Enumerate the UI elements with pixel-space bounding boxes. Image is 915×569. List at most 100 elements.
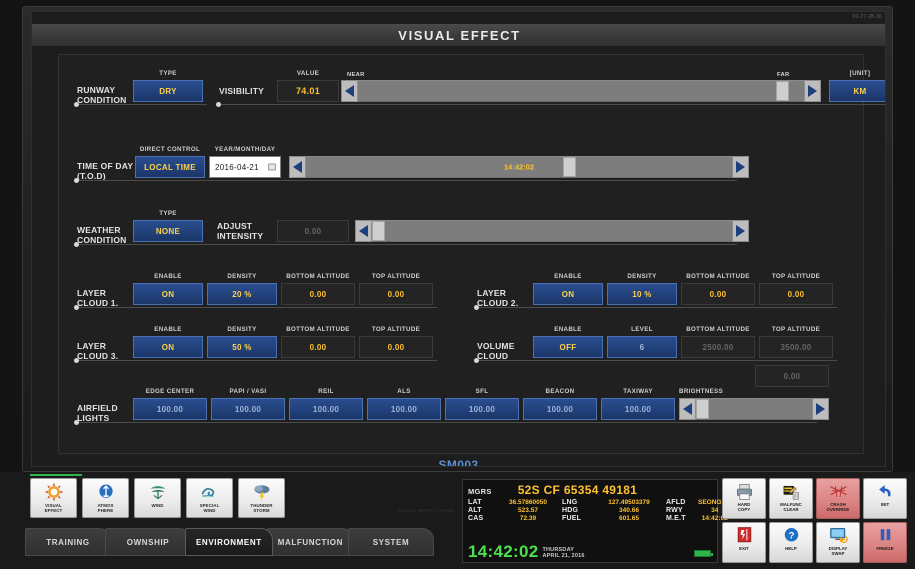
brightness-slider-right-arrow[interactable] <box>812 398 829 420</box>
tod-date-value: 2016-04-21 <box>215 162 259 172</box>
cloud2-density-value[interactable]: 10 % <box>607 283 677 305</box>
volcloud-top-value[interactable]: 3500.00 <box>759 336 833 358</box>
airfield-value-beacon[interactable]: 100.00 <box>523 398 597 420</box>
cloud1-label-line1: LAYER <box>77 288 107 298</box>
cloud2-top-value[interactable]: 0.00 <box>759 283 833 305</box>
airfield-brightness-slider[interactable] <box>679 398 829 420</box>
status-key-afld: AFLD <box>666 499 686 506</box>
tab-ownship[interactable]: OWNSHIP <box>105 528 191 556</box>
tod-direct-caption: DIRECT CONTROL <box>139 146 201 153</box>
settings-panel: RUNWAY CONDITION TYPE DRY VISIBILITY VAL… <box>58 54 885 454</box>
cloud3-top-value[interactable]: 0.00 <box>359 336 433 358</box>
brightness-slider-track[interactable] <box>696 398 812 420</box>
visibility-slider-right-arrow[interactable] <box>804 80 821 102</box>
visibility-value[interactable]: 74.01 <box>277 80 339 102</box>
volcloud-level-value[interactable]: 6 <box>607 336 677 358</box>
shortcut-special-wind[interactable]: SPECIAL WIND <box>186 478 233 518</box>
visibility-unit-caption: [UNIT] <box>849 70 871 77</box>
weather-type-value[interactable]: NONE <box>133 220 203 242</box>
cloud2-enable-caption: ENABLE <box>554 273 582 280</box>
visual-effect-icon <box>44 482 63 502</box>
tod-slider-left-arrow[interactable] <box>289 156 306 178</box>
volcloud-enable-caption: ENABLE <box>554 326 582 333</box>
visibility-slider-left-arrow[interactable] <box>341 80 358 102</box>
tab-environment[interactable]: ENVIRONMENT <box>185 528 273 556</box>
tod-direct-value[interactable]: LOCAL TIME <box>135 156 205 178</box>
weather-slider-thumb[interactable] <box>372 221 385 241</box>
visibility-slider-track[interactable] <box>358 80 804 102</box>
tod-slider[interactable]: 14:42:02 <box>289 156 749 178</box>
action-button-panel: HARD COPY MALFUNC CLEAR CRASH OVERRIDE I… <box>722 478 907 563</box>
cloud1-density-value[interactable]: 20 % <box>207 283 277 305</box>
shortcut-thunder-storm[interactable]: THUNDER STORM <box>238 478 285 518</box>
cloud1-top-value[interactable]: 0.00 <box>359 283 433 305</box>
clock-row: 14:42:02 THURSDAY APRIL 21, 2016 <box>468 543 585 560</box>
airfield-caption-sfl: SFL <box>475 388 489 395</box>
tab-training[interactable]: TRAINING <box>25 528 111 556</box>
cloud2-underline <box>474 305 837 310</box>
action-help[interactable]: ? HELP <box>769 522 813 563</box>
cloud3-density-value[interactable]: 50 % <box>207 336 277 358</box>
action-freeze[interactable]: FREEZE <box>863 522 907 563</box>
tod-slider-track[interactable]: 14:42:02 <box>306 156 732 178</box>
airfield-value-taxiway[interactable]: 100.00 <box>601 398 675 420</box>
tod-date-input[interactable]: 2016-04-21 <box>209 156 281 178</box>
action-init[interactable]: INIT <box>863 478 907 519</box>
weather-intensity-value[interactable]: 0.00 <box>277 220 349 242</box>
cloud1-bottom-caption: BOTTOM ALTITUDE <box>286 273 350 280</box>
weather-slider-right-arrow[interactable] <box>732 220 749 242</box>
weather-adjust-line2: INTENSITY <box>217 231 264 241</box>
shortcut-thunder-storm-line2: STORM <box>253 508 270 513</box>
visibility-slider[interactable] <box>341 80 821 102</box>
volcloud-bottom-value[interactable]: 2500.00 <box>681 336 755 358</box>
tab-system[interactable]: SYSTEM <box>347 528 434 556</box>
volcloud-enable-value[interactable]: OFF <box>533 336 603 358</box>
shortcut-visual-effect[interactable]: VISUAL EFFECT <box>30 478 77 518</box>
brightness-slider-thumb[interactable] <box>696 399 709 419</box>
bottom-bar: VISUAL EFFECT ATMOS PHERE WIND SPECIAL W… <box>0 472 915 569</box>
weather-intensity-slider[interactable] <box>355 220 749 242</box>
cloud3-bottom-value[interactable]: 0.00 <box>281 336 355 358</box>
airfield-value-papi-vasi[interactable]: 100.00 <box>211 398 285 420</box>
airfield-value-reil[interactable]: 100.00 <box>289 398 363 420</box>
calendar-icon[interactable] <box>268 163 276 171</box>
tod-underline <box>74 178 737 183</box>
airfield-brightness-caption: BRIGHTNESS <box>679 388 724 395</box>
brightness-slider-left-arrow[interactable] <box>679 398 696 420</box>
visibility-unit-value[interactable]: KM <box>829 80 885 102</box>
cloud3-enable-value[interactable]: ON <box>133 336 203 358</box>
airfield-value-edge-center[interactable]: 100.00 <box>133 398 207 420</box>
cloud3-underline <box>74 358 437 363</box>
airfield-value-sfl[interactable]: 100.00 <box>445 398 519 420</box>
status-key-rwy: RWY <box>666 507 683 514</box>
shortcut-wind[interactable]: WIND <box>134 478 181 518</box>
freeze-icon <box>880 529 890 541</box>
tod-slider-right-arrow[interactable] <box>732 156 749 178</box>
weather-slider-left-arrow[interactable] <box>355 220 372 242</box>
shortcut-atmosphere[interactable]: ATMOS PHERE <box>82 478 129 518</box>
action-malfunc-clear[interactable]: MALFUNC CLEAR <box>769 478 813 519</box>
visibility-slider-thumb[interactable] <box>776 81 789 101</box>
cloud1-bottom-value[interactable]: 0.00 <box>281 283 355 305</box>
main-tab-bar: TRAINING OWNSHIP ENVIRONMENT MALFUNCTION… <box>25 528 434 556</box>
tab-malfunction[interactable]: MALFUNCTION <box>266 528 354 556</box>
visibility-underline <box>216 102 885 107</box>
cloud1-enable-value[interactable]: ON <box>133 283 203 305</box>
action-crash-override[interactable]: CRASH OVERRIDE <box>816 478 860 519</box>
cloud2-label-line1: LAYER <box>477 288 507 298</box>
weather-slider-track[interactable] <box>372 220 732 242</box>
cloud2-enable-value[interactable]: ON <box>533 283 603 305</box>
crash-override-icon <box>829 485 847 498</box>
airfield-value-als[interactable]: 100.00 <box>367 398 441 420</box>
airfield-brightness-value[interactable]: 0.00 <box>755 365 829 387</box>
clock-time: 14:42:02 <box>468 542 539 561</box>
action-display-swap[interactable]: DISPLAY SWAP <box>816 522 860 563</box>
tod-slider-thumb[interactable] <box>563 157 576 177</box>
volcloud-label-line1: VOLUME <box>477 341 515 351</box>
status-value-hdg: 340.66 <box>619 507 639 514</box>
airfield-caption-papi-vasi: PAPI / VASI <box>229 388 267 395</box>
action-hard-copy[interactable]: HARD COPY <box>722 478 766 519</box>
cloud2-bottom-value[interactable]: 0.00 <box>681 283 755 305</box>
runway-type-value[interactable]: DRY <box>133 80 203 102</box>
action-exit[interactable]: EXIT <box>722 522 766 563</box>
